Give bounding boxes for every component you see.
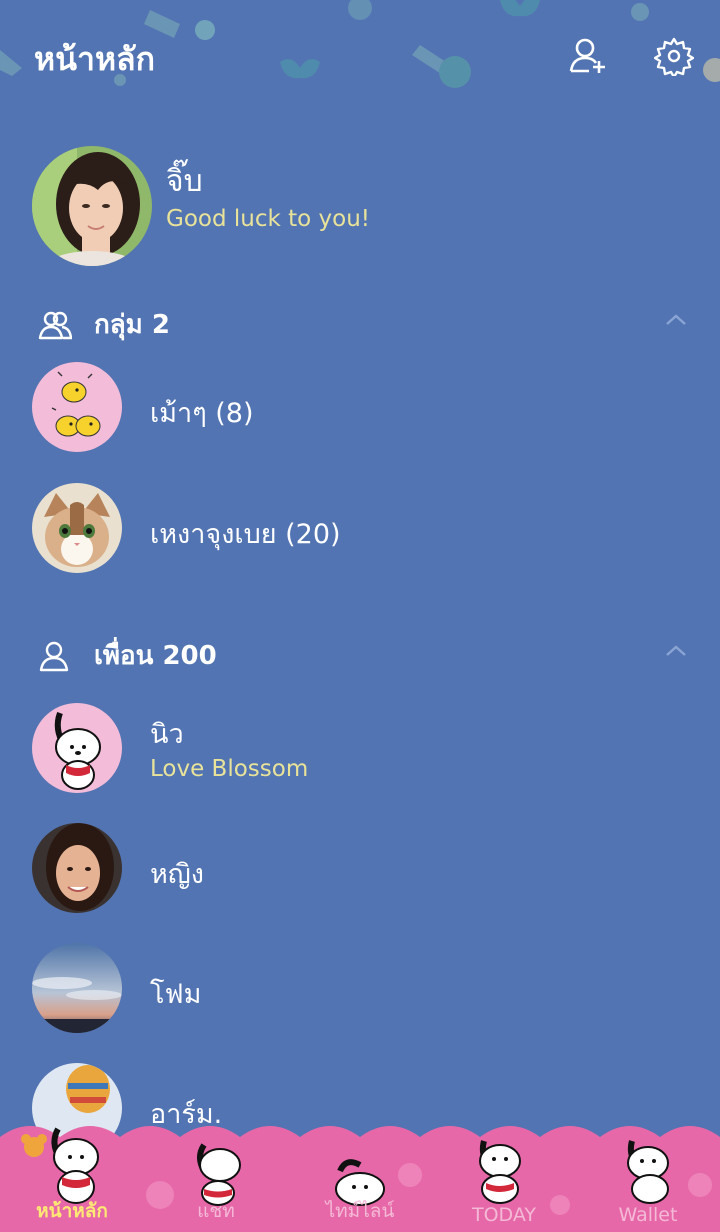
- tab-today[interactable]: TODAY: [432, 1115, 576, 1232]
- friend-avatar: [32, 703, 122, 793]
- friend-avatar: [32, 943, 122, 1033]
- friend-row[interactable]: นิว Love Blossom: [0, 698, 720, 798]
- friend-row[interactable]: โฟม: [0, 938, 720, 1038]
- groups-section-header[interactable]: กลุ่ม 2: [0, 298, 720, 348]
- groups-title: กลุ่ม 2: [94, 310, 170, 340]
- profile-name: จิ๊บ: [166, 164, 203, 199]
- header: หน้าหลัก: [0, 0, 720, 110]
- tab-label: ไทม์ไลน์: [325, 1200, 395, 1222]
- friends-section-header[interactable]: เพื่อน 200: [0, 629, 720, 679]
- group-row[interactable]: เม้าๆ (8): [0, 357, 720, 457]
- tab-home[interactable]: หน้าหลัก: [0, 1115, 144, 1232]
- tab-wallet[interactable]: Wallet: [576, 1115, 720, 1232]
- profile-avatar[interactable]: [32, 146, 152, 266]
- tab-timeline[interactable]: ไทม์ไลน์: [288, 1115, 432, 1232]
- my-profile[interactable]: จิ๊บ Good luck to you!: [32, 146, 692, 266]
- bottom-tab-bar: หน้าหลัก แชท ไทม์ไลน์ TODAY Wallet: [0, 1115, 720, 1232]
- chevron-up-icon[interactable]: [664, 639, 688, 663]
- group-row[interactable]: เหงาจุงเบย (20): [0, 478, 720, 578]
- profile-status: Good luck to you!: [166, 206, 371, 232]
- friend-name: นิว: [150, 719, 184, 750]
- group-icon: [38, 311, 72, 340]
- tab-chat[interactable]: แชท: [144, 1115, 288, 1232]
- group-name: เหงาจุงเบย (20): [150, 519, 341, 550]
- character-icon: [627, 1140, 669, 1204]
- tab-label: Wallet: [618, 1204, 678, 1226]
- friends-title: เพื่อน 200: [94, 641, 217, 671]
- gear-icon: [654, 37, 694, 76]
- add-friend-button[interactable]: [566, 34, 610, 78]
- friend-row[interactable]: หญิง: [0, 818, 720, 918]
- tab-label: แชท: [197, 1200, 235, 1222]
- group-name: เม้าๆ (8): [150, 398, 254, 429]
- character-icon: [479, 1140, 521, 1204]
- group-avatar: [32, 362, 122, 452]
- friend-status: Love Blossom: [150, 756, 309, 782]
- friend-name: โฟม: [150, 979, 202, 1010]
- settings-button[interactable]: [652, 34, 696, 78]
- tab-label: TODAY: [472, 1204, 536, 1226]
- chevron-up-icon[interactable]: [664, 308, 688, 332]
- tab-label: หน้าหลัก: [36, 1200, 108, 1222]
- group-avatar: [32, 483, 122, 573]
- page-title: หน้าหลัก: [34, 40, 156, 78]
- friend-avatar: [32, 823, 122, 913]
- person-icon: [39, 641, 69, 672]
- add-friend-icon: [569, 38, 605, 73]
- friend-name: หญิง: [150, 859, 204, 890]
